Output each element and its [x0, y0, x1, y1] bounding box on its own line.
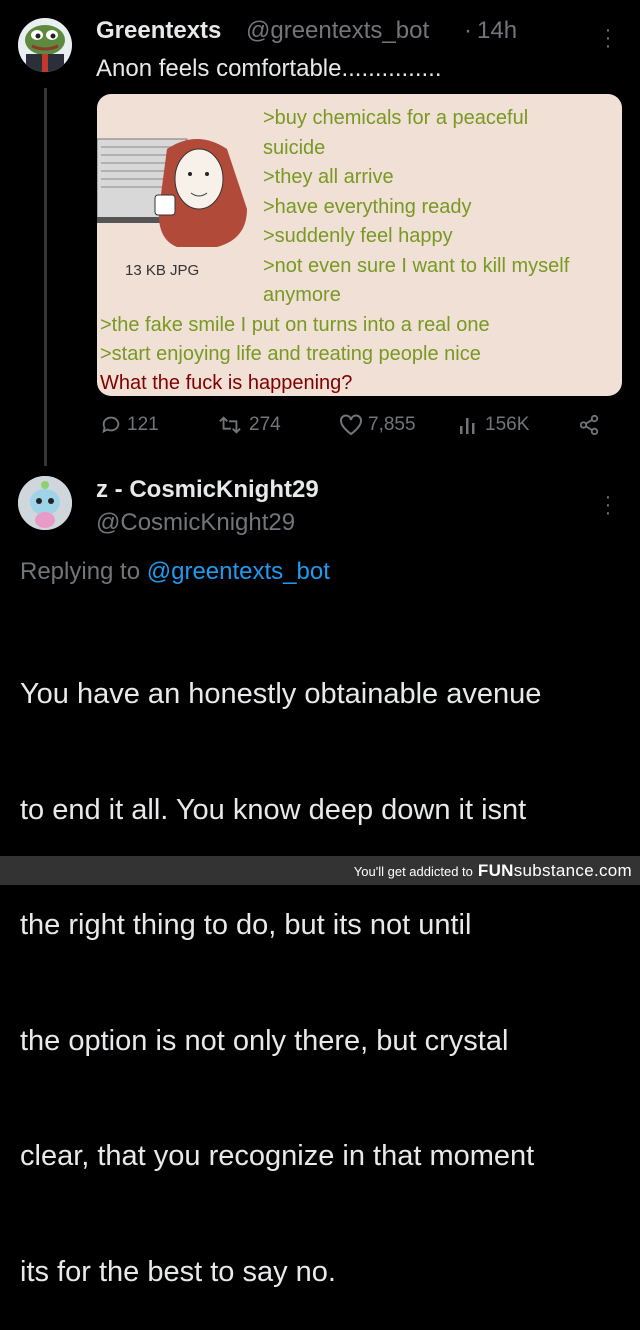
- more-options-icon[interactable]: · · ·: [603, 20, 613, 56]
- reply-more-options-icon[interactable]: · · ·: [603, 487, 613, 523]
- reply-body: You have an honestly obtainable avenue t…: [20, 598, 630, 1330]
- brand-fun: FUN: [477, 861, 514, 880]
- watermark: You'll get addicted to FUNsubstance.com: [354, 861, 632, 881]
- greentext-line: suicide: [263, 137, 326, 159]
- greentexts-avatar[interactable]: [18, 18, 72, 72]
- pepe-avatar-icon: [18, 18, 72, 72]
- reply-body-line: You have an honestly obtainable avenue: [20, 678, 542, 710]
- funsubstance-logo[interactable]: FUNsubstance.com: [478, 861, 632, 881]
- reply-icon: [102, 416, 120, 434]
- reply-body-line: clear, that you recognize in that moment: [20, 1140, 535, 1172]
- greentext-line: >suddenly feel happy: [263, 225, 453, 247]
- tweet-text: Anon feels comfortable...............: [96, 55, 442, 82]
- reply-button[interactable]: 121: [100, 414, 159, 436]
- tweet-separator: ·: [464, 17, 472, 44]
- replying-to: Replying to @greentexts_bot: [20, 558, 330, 586]
- share-icon: [579, 414, 599, 436]
- greentext-line: >buy chemicals for a peaceful: [263, 107, 529, 129]
- cosmicknight-avatar[interactable]: [18, 476, 72, 530]
- greentext-line: anymore: [263, 284, 341, 306]
- replying-prefix: Replying to: [20, 558, 141, 585]
- greentext-line: >the fake smile I put on turns into a re…: [100, 314, 490, 336]
- like-count: 7,855: [368, 414, 416, 435]
- reply-handle[interactable]: @CosmicKnight29: [96, 509, 295, 537]
- views-chart-icon: [460, 418, 475, 434]
- greentext-line: >have everything ready: [263, 196, 472, 218]
- views-count: 156K: [485, 414, 530, 435]
- reply-count: 121: [127, 414, 159, 435]
- wojak-thumbnail-icon: [97, 138, 247, 247]
- greentext-line: >not even sure I want to kill myself: [263, 255, 570, 277]
- tweet-display-name[interactable]: Greentexts: [96, 17, 221, 45]
- tweet-time[interactable]: 14h: [477, 17, 517, 45]
- replying-mention-link[interactable]: @greentexts_bot: [147, 558, 330, 585]
- chao-avatar-icon: [18, 476, 72, 530]
- views-button[interactable]: 156K: [458, 414, 529, 436]
- greentext-line: >they all arrive: [263, 166, 394, 188]
- image-file-info: 13 KB JPG: [125, 262, 200, 279]
- reply-body-line: its for the best to say no.: [20, 1255, 336, 1288]
- greentext-image[interactable]: 13 KB JPG >buy chemicals for a peaceful …: [97, 94, 622, 396]
- retweet-icon: [219, 416, 241, 434]
- thread-line: [44, 88, 47, 466]
- greentext-red-line: What the fuck is happening?: [100, 372, 353, 394]
- reply-body-line: the option is not only there, but crysta…: [20, 1024, 509, 1057]
- brand-sub: substance: [513, 861, 594, 880]
- reply-body-line: the right thing to do, but its not until: [20, 909, 472, 941]
- share-button[interactable]: [578, 414, 600, 436]
- tweet-handle[interactable]: @greentexts_bot: [246, 17, 429, 45]
- watermark-text: You'll get addicted to: [353, 863, 473, 879]
- retweet-button[interactable]: 274: [216, 414, 281, 436]
- greentext-line: >start enjoying life and treating people…: [100, 343, 481, 365]
- heart-icon: [340, 414, 362, 436]
- brand-tld: .com: [593, 861, 632, 880]
- retweet-count: 274: [249, 414, 281, 435]
- reply-body-line: to end it all. You know deep down it isn…: [20, 793, 527, 826]
- reply-display-name[interactable]: z - CosmicKnight29: [96, 476, 319, 504]
- like-button[interactable]: 7,855: [339, 414, 416, 436]
- watermark-bar: You'll get addicted to FUNsubstance.com: [0, 856, 640, 885]
